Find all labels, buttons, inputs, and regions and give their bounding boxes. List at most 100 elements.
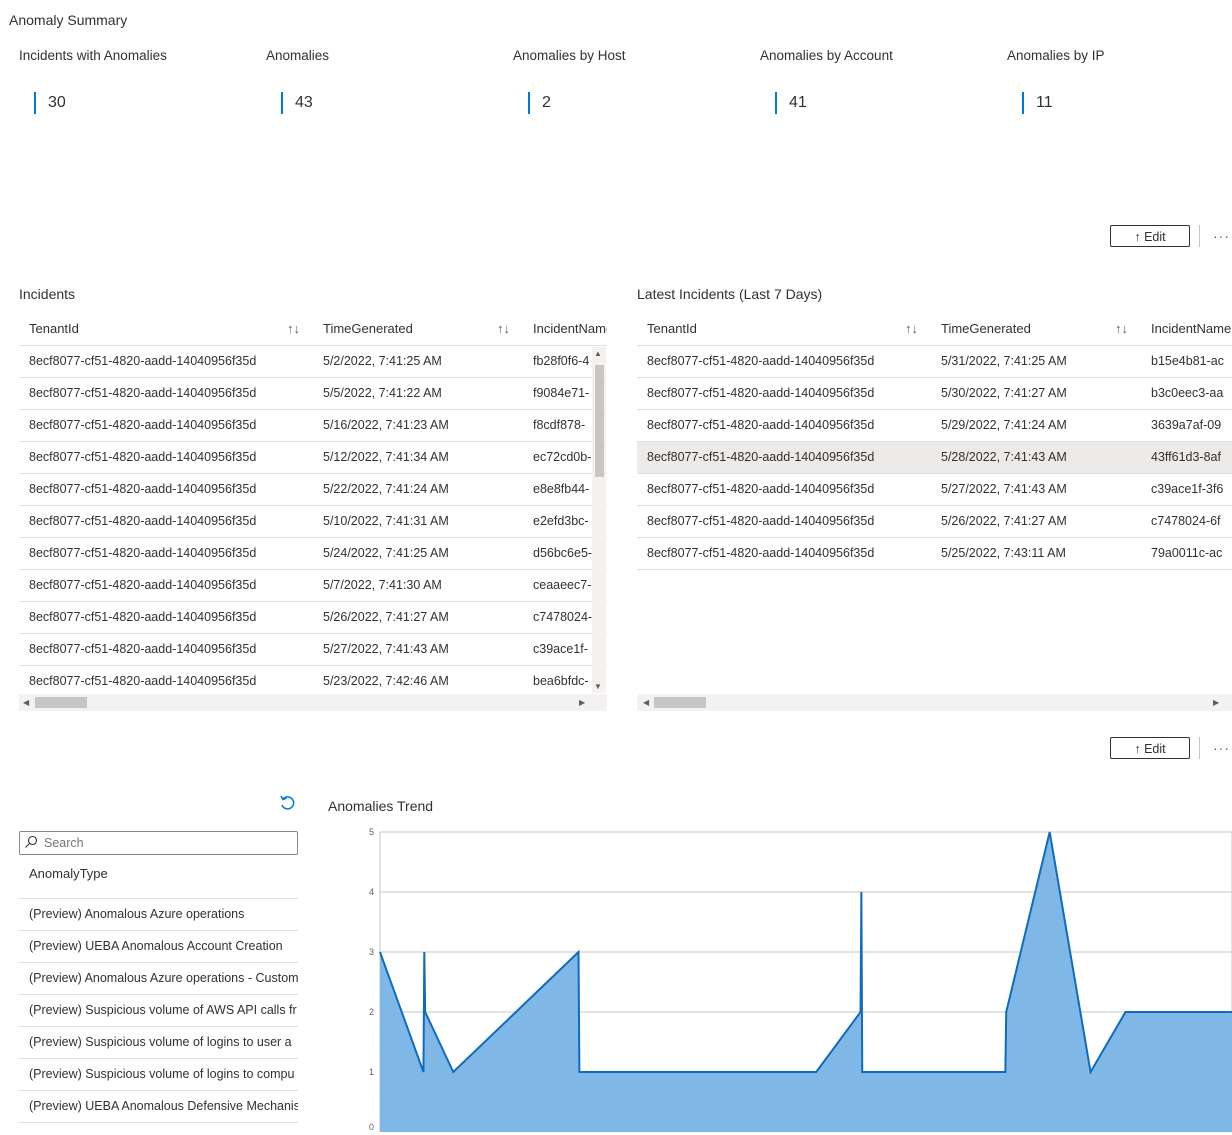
table-row[interactable]: 8ecf8077-cf51-4820-aadd-14040956f35d 5/26… xyxy=(19,602,607,634)
column-header-incidentname[interactable]: IncidentName xyxy=(533,313,607,345)
table-row[interactable]: 8ecf8077-cf51-4820-aadd-14040956f35d 5/29… xyxy=(637,410,1232,442)
scroll-right-arrow-icon[interactable]: ▶ xyxy=(1213,694,1219,711)
scroll-left-arrow-icon[interactable]: ◀ xyxy=(23,694,29,711)
search-input[interactable] xyxy=(44,834,292,852)
chart-title: Anomalies Trend xyxy=(328,798,434,814)
incidents-grid: TenantId ↑↓ TimeGenerated ↑↓ IncidentNam… xyxy=(19,313,607,693)
cell-tenantid: 8ecf8077-cf51-4820-aadd-14040956f35d xyxy=(647,386,875,400)
sort-icon[interactable]: ↑↓ xyxy=(287,313,300,345)
tile-value-anomalies-by-account: 41 xyxy=(775,92,807,114)
list-item[interactable]: (Preview) Suspicious volume of AWS API c… xyxy=(19,995,298,1027)
list-item-label: (Preview) Suspicious volume of AWS API c… xyxy=(29,1003,297,1017)
toolbar-divider xyxy=(1199,737,1200,759)
y-tick-label: 4 xyxy=(369,887,374,897)
summary-title: Anomaly Summary xyxy=(9,12,128,28)
table-row[interactable]: 8ecf8077-cf51-4820-aadd-14040956f35d 5/7/… xyxy=(19,570,607,602)
table-row[interactable]: 8ecf8077-cf51-4820-aadd-14040956f35d 5/27… xyxy=(19,634,607,666)
y-tick-label: 2 xyxy=(369,1007,374,1017)
edit-button[interactable]: ↑ Edit xyxy=(1110,225,1190,247)
anomalies-area xyxy=(380,832,1232,1132)
table-row[interactable]: 8ecf8077-cf51-4820-aadd-14040956f35d 5/10… xyxy=(19,506,607,538)
table-row[interactable]: 8ecf8077-cf51-4820-aadd-14040956f35d 5/12… xyxy=(19,442,607,474)
cell-timegenerated: 5/2/2022, 7:41:25 AM xyxy=(323,354,442,368)
latest-grid-header: TenantId ↑↓ TimeGenerated ↑↓ IncidentNam… xyxy=(637,313,1232,346)
scrollbar-thumb[interactable] xyxy=(654,697,706,708)
list-item-label: (Preview) Anomalous Azure operations xyxy=(29,907,245,921)
toolbar-divider xyxy=(1199,225,1200,247)
scroll-left-arrow-icon[interactable]: ◀ xyxy=(643,694,649,711)
cell-timegenerated: 5/26/2022, 7:41:27 AM xyxy=(941,514,1067,528)
scroll-up-arrow-icon[interactable]: ▲ xyxy=(594,349,602,358)
edit-button-label: Edit xyxy=(1144,742,1166,756)
cell-tenantid: 8ecf8077-cf51-4820-aadd-14040956f35d xyxy=(29,642,257,656)
table-row[interactable]: 8ecf8077-cf51-4820-aadd-14040956f35d 5/5/… xyxy=(19,378,607,410)
list-item[interactable]: (Preview) UEBA Anomalous Defensive Mecha… xyxy=(19,1091,298,1123)
scroll-right-arrow-icon[interactable]: ▶ xyxy=(579,694,585,711)
cell-tenantid: 8ecf8077-cf51-4820-aadd-14040956f35d xyxy=(29,354,257,368)
cell-incidentname: 43ff61d3-8af xyxy=(1151,450,1221,464)
table-row[interactable]: 8ecf8077-cf51-4820-aadd-14040956f35d 5/2/… xyxy=(19,346,607,378)
sort-icon[interactable]: ↑↓ xyxy=(497,313,510,345)
list-item[interactable]: (Preview) Suspicious volume of logins to… xyxy=(19,1059,298,1091)
column-header-tenantid[interactable]: TenantId xyxy=(647,313,697,345)
column-header-timegenerated[interactable]: TimeGenerated xyxy=(941,313,1031,345)
list-item[interactable]: (Preview) UEBA Anomalous Account Creatio… xyxy=(19,931,298,963)
table-row[interactable]: 8ecf8077-cf51-4820-aadd-14040956f35d 5/30… xyxy=(637,378,1232,410)
table-row[interactable]: 8ecf8077-cf51-4820-aadd-14040956f35d 5/26… xyxy=(637,506,1232,538)
table-row[interactable]: 8ecf8077-cf51-4820-aadd-14040956f35d 5/16… xyxy=(19,410,607,442)
list-item-label: (Preview) Suspicious volume of logins to… xyxy=(29,1035,292,1049)
cell-timegenerated: 5/23/2022, 7:42:46 AM xyxy=(323,674,449,688)
table-row[interactable]: 8ecf8077-cf51-4820-aadd-14040956f35d 5/24… xyxy=(19,538,607,570)
sort-icon[interactable]: ↑↓ xyxy=(1115,313,1128,345)
scroll-down-arrow-icon[interactable]: ▼ xyxy=(594,682,602,691)
y-tick-label: 3 xyxy=(369,947,374,957)
search-box[interactable] xyxy=(19,831,298,855)
scrollbar-thumb[interactable] xyxy=(35,697,87,708)
list-item[interactable]: (Preview) Anomalous Azure operations - C… xyxy=(19,963,298,995)
cell-timegenerated: 5/28/2022, 7:41:43 AM xyxy=(941,450,1067,464)
column-header-incidentname[interactable]: IncidentName xyxy=(1151,313,1232,345)
list-item-label: (Preview) UEBA Anomalous Defensive Mecha… xyxy=(29,1099,298,1113)
tile-value-anomalies: 43 xyxy=(281,92,313,114)
y-tick-label: 5 xyxy=(369,827,374,837)
list-item[interactable]: (Preview) Anomalous Azure operations xyxy=(19,899,298,931)
cell-tenantid: 8ecf8077-cf51-4820-aadd-14040956f35d xyxy=(647,450,875,464)
table-row[interactable]: 8ecf8077-cf51-4820-aadd-14040956f35d 5/31… xyxy=(637,346,1232,378)
column-header-timegenerated[interactable]: TimeGenerated xyxy=(323,313,413,345)
incidents-grid-header: TenantId ↑↓ TimeGenerated ↑↓ IncidentNam… xyxy=(19,313,607,346)
cell-timegenerated: 5/30/2022, 7:41:27 AM xyxy=(941,386,1067,400)
cell-incidentname: 3639a7af-09 xyxy=(1151,418,1222,432)
cell-incidentname: 79a0011c-ac xyxy=(1151,546,1223,560)
cell-tenantid: 8ecf8077-cf51-4820-aadd-14040956f35d xyxy=(647,354,875,368)
y-tick-label: 1 xyxy=(369,1067,374,1077)
table-row[interactable]: 8ecf8077-cf51-4820-aadd-14040956f35d 5/25… xyxy=(637,538,1232,570)
table-row[interactable]: 8ecf8077-cf51-4820-aadd-14040956f35d 5/22… xyxy=(19,474,607,506)
latest-incidents-title: Latest Incidents (Last 7 Days) xyxy=(637,286,823,302)
incidents-vertical-scrollbar[interactable]: ▲ ▼ xyxy=(592,347,606,693)
cell-timegenerated: 5/24/2022, 7:41:25 AM xyxy=(323,546,449,560)
cell-tenantid: 8ecf8077-cf51-4820-aadd-14040956f35d xyxy=(29,610,257,624)
reset-icon[interactable] xyxy=(278,794,296,812)
column-header-anomalytype: AnomalyType xyxy=(29,866,108,881)
table-row[interactable]: 8ecf8077-cf51-4820-aadd-14040956f35d 5/27… xyxy=(637,474,1232,506)
more-options-icon[interactable]: ··· xyxy=(1213,740,1230,756)
incidents-horizontal-scrollbar[interactable]: ◀ ▶ xyxy=(19,694,607,711)
scrollbar-thumb[interactable] xyxy=(595,365,604,477)
column-header-tenantid[interactable]: TenantId xyxy=(29,313,79,345)
y-tick-label: 0 xyxy=(369,1122,374,1132)
cell-incidentname: b3c0eec3-aa xyxy=(1151,386,1224,400)
sort-icon[interactable]: ↑↓ xyxy=(905,313,918,345)
list-item[interactable]: (Preview) Suspicious volume of logins to… xyxy=(19,1027,298,1059)
latest-horizontal-scrollbar[interactable]: ◀ ▶ xyxy=(637,694,1232,711)
table-row[interactable]: 8ecf8077-cf51-4820-aadd-14040956f35d 5/28… xyxy=(637,442,1232,474)
cell-tenantid: 8ecf8077-cf51-4820-aadd-14040956f35d xyxy=(647,546,875,560)
cell-tenantid: 8ecf8077-cf51-4820-aadd-14040956f35d xyxy=(29,482,257,496)
cell-incidentname: c7478024-6f xyxy=(1151,514,1221,528)
cell-tenantid: 8ecf8077-cf51-4820-aadd-14040956f35d xyxy=(29,546,257,560)
more-options-icon[interactable]: ··· xyxy=(1213,228,1230,244)
list-item-label: (Preview) Anomalous Azure operations - C… xyxy=(29,971,298,985)
edit-button[interactable]: ↑ Edit xyxy=(1110,737,1190,759)
cell-timegenerated: 5/25/2022, 7:43:11 AM xyxy=(941,546,1066,560)
list-item-label: (Preview) UEBA Anomalous Account Creatio… xyxy=(29,939,283,953)
table-row[interactable]: 8ecf8077-cf51-4820-aadd-14040956f35d 5/23… xyxy=(19,666,607,693)
